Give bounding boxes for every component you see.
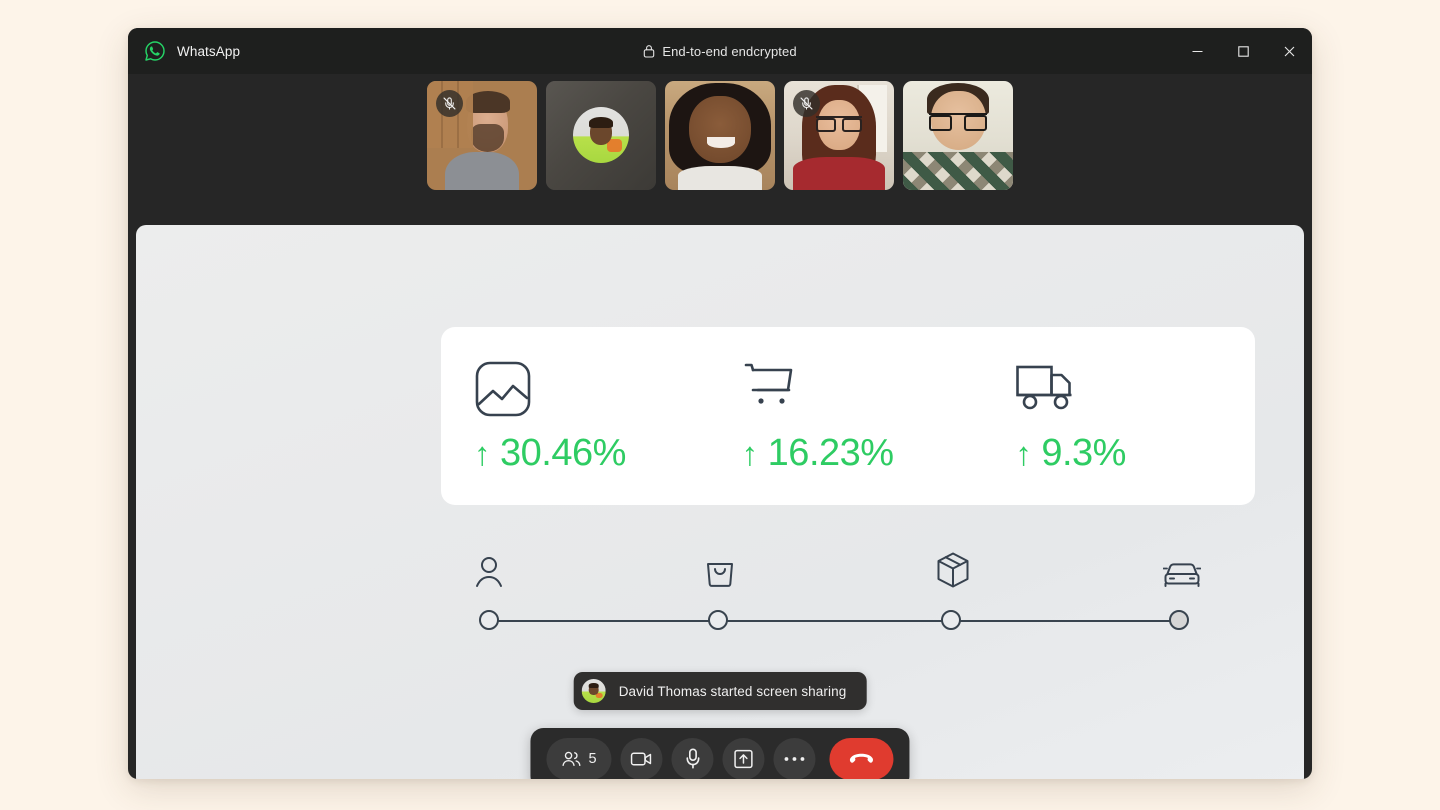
participant-video-5 [903,80,1013,190]
whatsapp-window: WhatsApp End-to-end endcrypted ↑ 30.46% … [128,28,1312,779]
participant-filmstrip [128,74,1312,196]
lock-icon [643,44,655,58]
image-chart-icon [474,358,532,420]
shopping-cart-icon [742,358,802,420]
metric-value-delivery: ↑ 9.3% [1015,432,1126,475]
share-screen-button[interactable] [722,737,765,779]
shopping-bag-icon [704,545,736,589]
encryption-label: End-to-end endcrypted [662,43,797,59]
toast-message: David Thomas started screen sharing [618,683,847,699]
title-bar-left: WhatsApp [128,40,240,62]
participant-count: 5 [588,750,597,767]
camera-button[interactable] [620,737,663,779]
participants-button[interactable]: 5 [546,737,612,779]
encryption-indicator: End-to-end endcrypted [128,44,1312,59]
mic-off-icon [793,89,820,117]
app-title: WhatsApp [177,43,241,59]
avatar [573,107,629,163]
title-bar: WhatsApp End-to-end endcrypted [128,28,1312,74]
shared-screen-stage: ↑ 30.46% ↑ 16.23% ↑ 9.3% David Thomas st… [136,225,1304,779]
stepper-dot-3[interactable] [941,610,962,630]
metrics-card: ↑ 30.46% ↑ 16.23% ↑ 9.3% [441,327,1255,505]
trend-up-arrow-icon: ↑ [741,434,759,472]
package-box-icon [936,545,970,589]
metric-number: 16.23% [767,431,894,474]
trend-up-arrow-icon: ↑ [1015,434,1032,472]
metric-delivery: ↑ 9.3% [981,358,1255,475]
metric-traffic: ↑ 30.46% [441,358,714,475]
close-icon[interactable] [1266,28,1312,74]
phone-hangup-icon [849,752,875,766]
video-camera-icon [630,751,653,767]
microphone-button[interactable] [671,737,714,779]
people-icon [561,750,581,768]
minimize-icon[interactable] [1174,28,1220,74]
screen-share-toast: David Thomas started screen sharing [573,672,867,710]
metric-cart: ↑ 16.23% [714,358,982,475]
delivery-truck-icon [1015,358,1081,420]
participant-video-3 [665,80,775,190]
maximize-icon[interactable] [1220,28,1266,74]
trend-up-arrow-icon: ↑ [474,434,491,472]
metric-number: 30.46% [500,431,626,474]
window-controls [1174,28,1312,74]
user-icon [474,545,504,589]
participant-tile-3[interactable] [665,80,775,190]
whatsapp-logo-icon [144,40,166,62]
metric-number: 9.3% [1041,431,1126,474]
share-screen-icon [734,749,754,769]
participant-tile-2[interactable] [546,80,656,190]
avatar [581,679,606,703]
end-call-button[interactable] [829,737,894,779]
journey-stepper [476,545,1202,640]
metric-value-cart: ↑ 16.23% [742,432,894,475]
stepper-dot-1[interactable] [479,610,499,630]
participant-tile-5[interactable] [903,80,1013,190]
stepper-dot-2[interactable] [707,610,728,630]
more-options-button[interactable] [773,737,816,779]
car-icon [1163,545,1202,589]
mic-off-icon [436,89,463,117]
ellipsis-icon [784,756,806,762]
stepper-track [489,620,1179,622]
participant-tile-4[interactable] [784,80,894,190]
participant-tile-1[interactable] [427,80,537,190]
call-control-bar: 5 [530,728,910,779]
microphone-icon [684,748,701,769]
stepper-icon-row [476,545,1202,593]
stepper-dot-4[interactable] [1169,610,1189,630]
metric-value-traffic: ↑ 30.46% [474,432,626,475]
